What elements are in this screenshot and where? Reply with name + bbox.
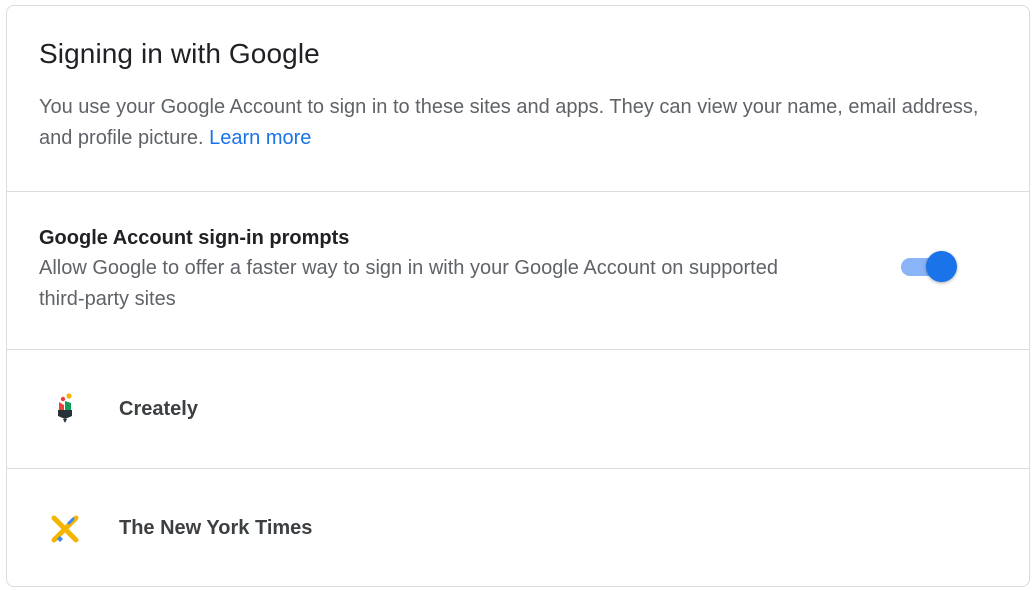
prompts-description: Allow Google to offer a faster way to si… (39, 257, 778, 310)
site-name: Creately (119, 397, 198, 420)
site-name: The New York Times (119, 517, 313, 539)
site-row-new-york-times[interactable]: The New York Times (7, 469, 1029, 586)
header-section: Signing in with Google You use your Goog… (7, 6, 1029, 192)
creately-logo-icon (47, 391, 83, 427)
page-title: Signing in with Google (39, 38, 320, 69)
prompts-title: Google Account sign-in prompts (39, 227, 350, 249)
sign-in-prompts-toggle[interactable] (899, 249, 957, 283)
nytimes-logo-icon (47, 511, 83, 547)
header-description: You use your Google Account to sign in t… (39, 92, 997, 154)
toggle-knob (926, 251, 957, 282)
site-row-creately[interactable]: Creately (7, 350, 1029, 469)
sign-in-prompts-row: Google Account sign-in prompts Allow Goo… (7, 192, 1029, 350)
description-text: You use your Google Account to sign in t… (39, 96, 979, 149)
learn-more-link[interactable]: Learn more (209, 127, 311, 149)
signing-in-with-google-card: Signing in with Google You use your Goog… (6, 5, 1030, 587)
